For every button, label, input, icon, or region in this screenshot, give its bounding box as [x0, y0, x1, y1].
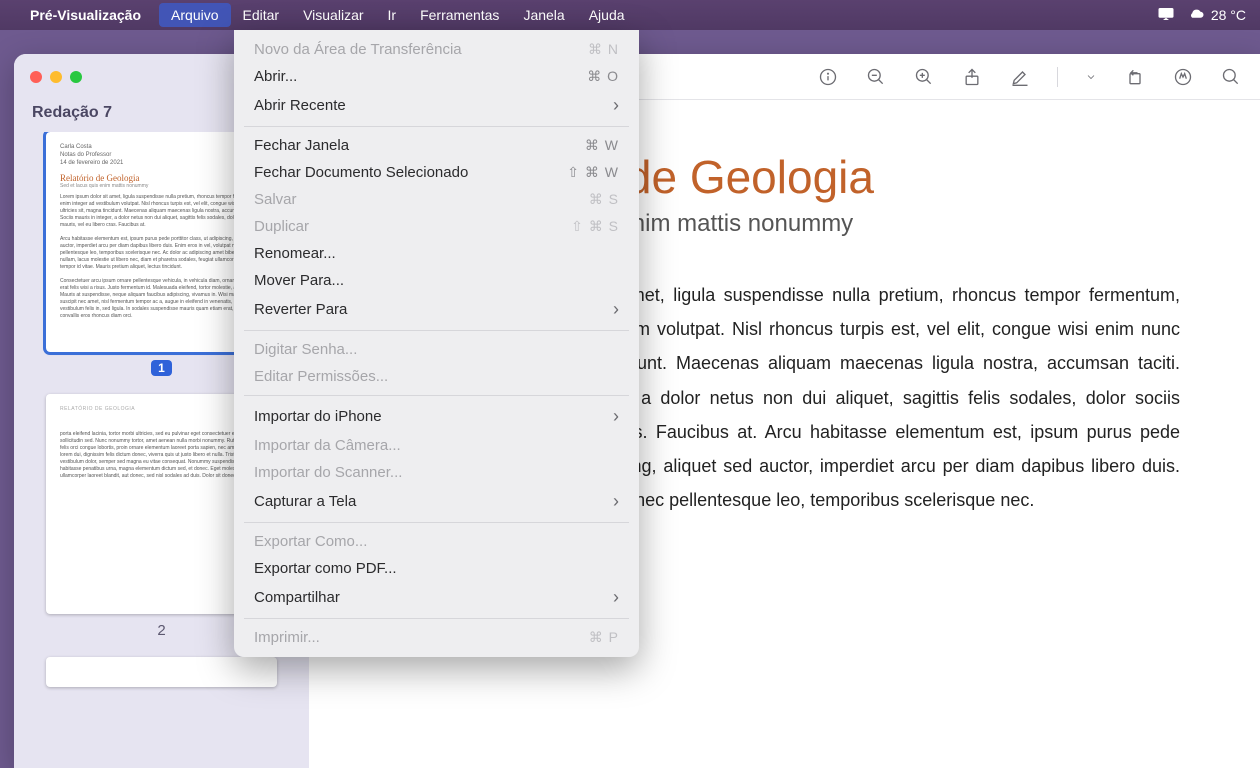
cloud-icon	[1187, 7, 1205, 24]
menu-ferramentas[interactable]: Ferramentas	[408, 3, 511, 27]
thumbnail-page-3[interactable]	[46, 657, 277, 687]
highlight-icon[interactable]	[1009, 66, 1031, 88]
menu-item: Importar do Scanner...	[234, 459, 639, 486]
menu-janela[interactable]: Janela	[511, 3, 576, 27]
menu-item[interactable]: Mover Para...	[234, 267, 639, 294]
close-button[interactable]	[30, 71, 42, 83]
menu-ajuda[interactable]: Ajuda	[577, 3, 637, 27]
menu-ir[interactable]: Ir	[376, 3, 409, 27]
thumb-meta: Carla Costa Notas do Professor 14 de fev…	[60, 144, 263, 167]
zoom-in-icon[interactable]	[913, 66, 935, 88]
menu-item[interactable]: Importar do iPhone›	[234, 401, 639, 432]
menu-item[interactable]: Reverter Para›	[234, 294, 639, 325]
menubar: Pré-Visualização Arquivo Editar Visualiz…	[0, 0, 1260, 30]
thumb2-body: porta eleifend lacinia, tortor morbi ult…	[60, 431, 263, 480]
menu-item[interactable]: Abrir Recente›	[234, 90, 639, 121]
menu-item[interactable]: Capturar a Tela›	[234, 486, 639, 517]
menu-item: Salvar⌘ S	[234, 186, 639, 213]
menu-item: Duplicar⇧ ⌘ S	[234, 213, 639, 240]
menu-item[interactable]: Renomear...	[234, 240, 639, 267]
menu-visualizar[interactable]: Visualizar	[291, 3, 375, 27]
temperature-label: 28 °C	[1211, 7, 1246, 23]
info-icon[interactable]	[817, 66, 839, 88]
toolbar-separator	[1057, 67, 1058, 87]
menu-item[interactable]: Compartilhar›	[234, 582, 639, 613]
arquivo-menu: Novo da Área de Transferência⌘ NAbrir...…	[234, 30, 639, 657]
markup-icon[interactable]	[1172, 66, 1194, 88]
menu-editar[interactable]: Editar	[231, 3, 292, 27]
share-icon[interactable]	[961, 66, 983, 88]
screen-mirror-icon[interactable]	[1157, 7, 1175, 24]
chevron-down-icon[interactable]	[1084, 66, 1098, 88]
rotate-icon[interactable]	[1124, 66, 1146, 88]
zoom-out-icon[interactable]	[865, 66, 887, 88]
menu-item: Novo da Área de Transferência⌘ N	[234, 36, 639, 63]
menu-item: Editar Permissões...	[234, 363, 639, 390]
minimize-button[interactable]	[50, 71, 62, 83]
thumb-body: Lorem ipsum dolor sit amet, ligula suspe…	[60, 194, 263, 320]
weather-status[interactable]: 28 °C	[1187, 7, 1246, 24]
thumb-title: Relatório de Geologia	[60, 173, 263, 183]
menu-item[interactable]: Fechar Documento Selecionado⇧ ⌘ W	[234, 159, 639, 186]
menu-item: Digitar Senha...	[234, 336, 639, 363]
thumb-subtitle: Sed et lacus quis enim mattis nonummy	[60, 183, 263, 189]
menu-item: Importar da Câmera...	[234, 432, 639, 459]
menu-item[interactable]: Abrir...⌘ O	[234, 63, 639, 90]
menu-item: Exportar Como...	[234, 528, 639, 555]
maximize-button[interactable]	[70, 71, 82, 83]
search-icon[interactable]	[1220, 66, 1242, 88]
thumb2-heading: RELATÓRIO DE GEOLOGIA	[60, 406, 263, 413]
menu-item: Imprimir...⌘ P	[234, 624, 639, 651]
menu-arquivo[interactable]: Arquivo	[159, 3, 230, 27]
menu-item[interactable]: Fechar Janela⌘ W	[234, 132, 639, 159]
app-name[interactable]: Pré-Visualização	[30, 7, 141, 23]
menu-item[interactable]: Exportar como PDF...	[234, 555, 639, 582]
traffic-lights	[30, 71, 82, 83]
